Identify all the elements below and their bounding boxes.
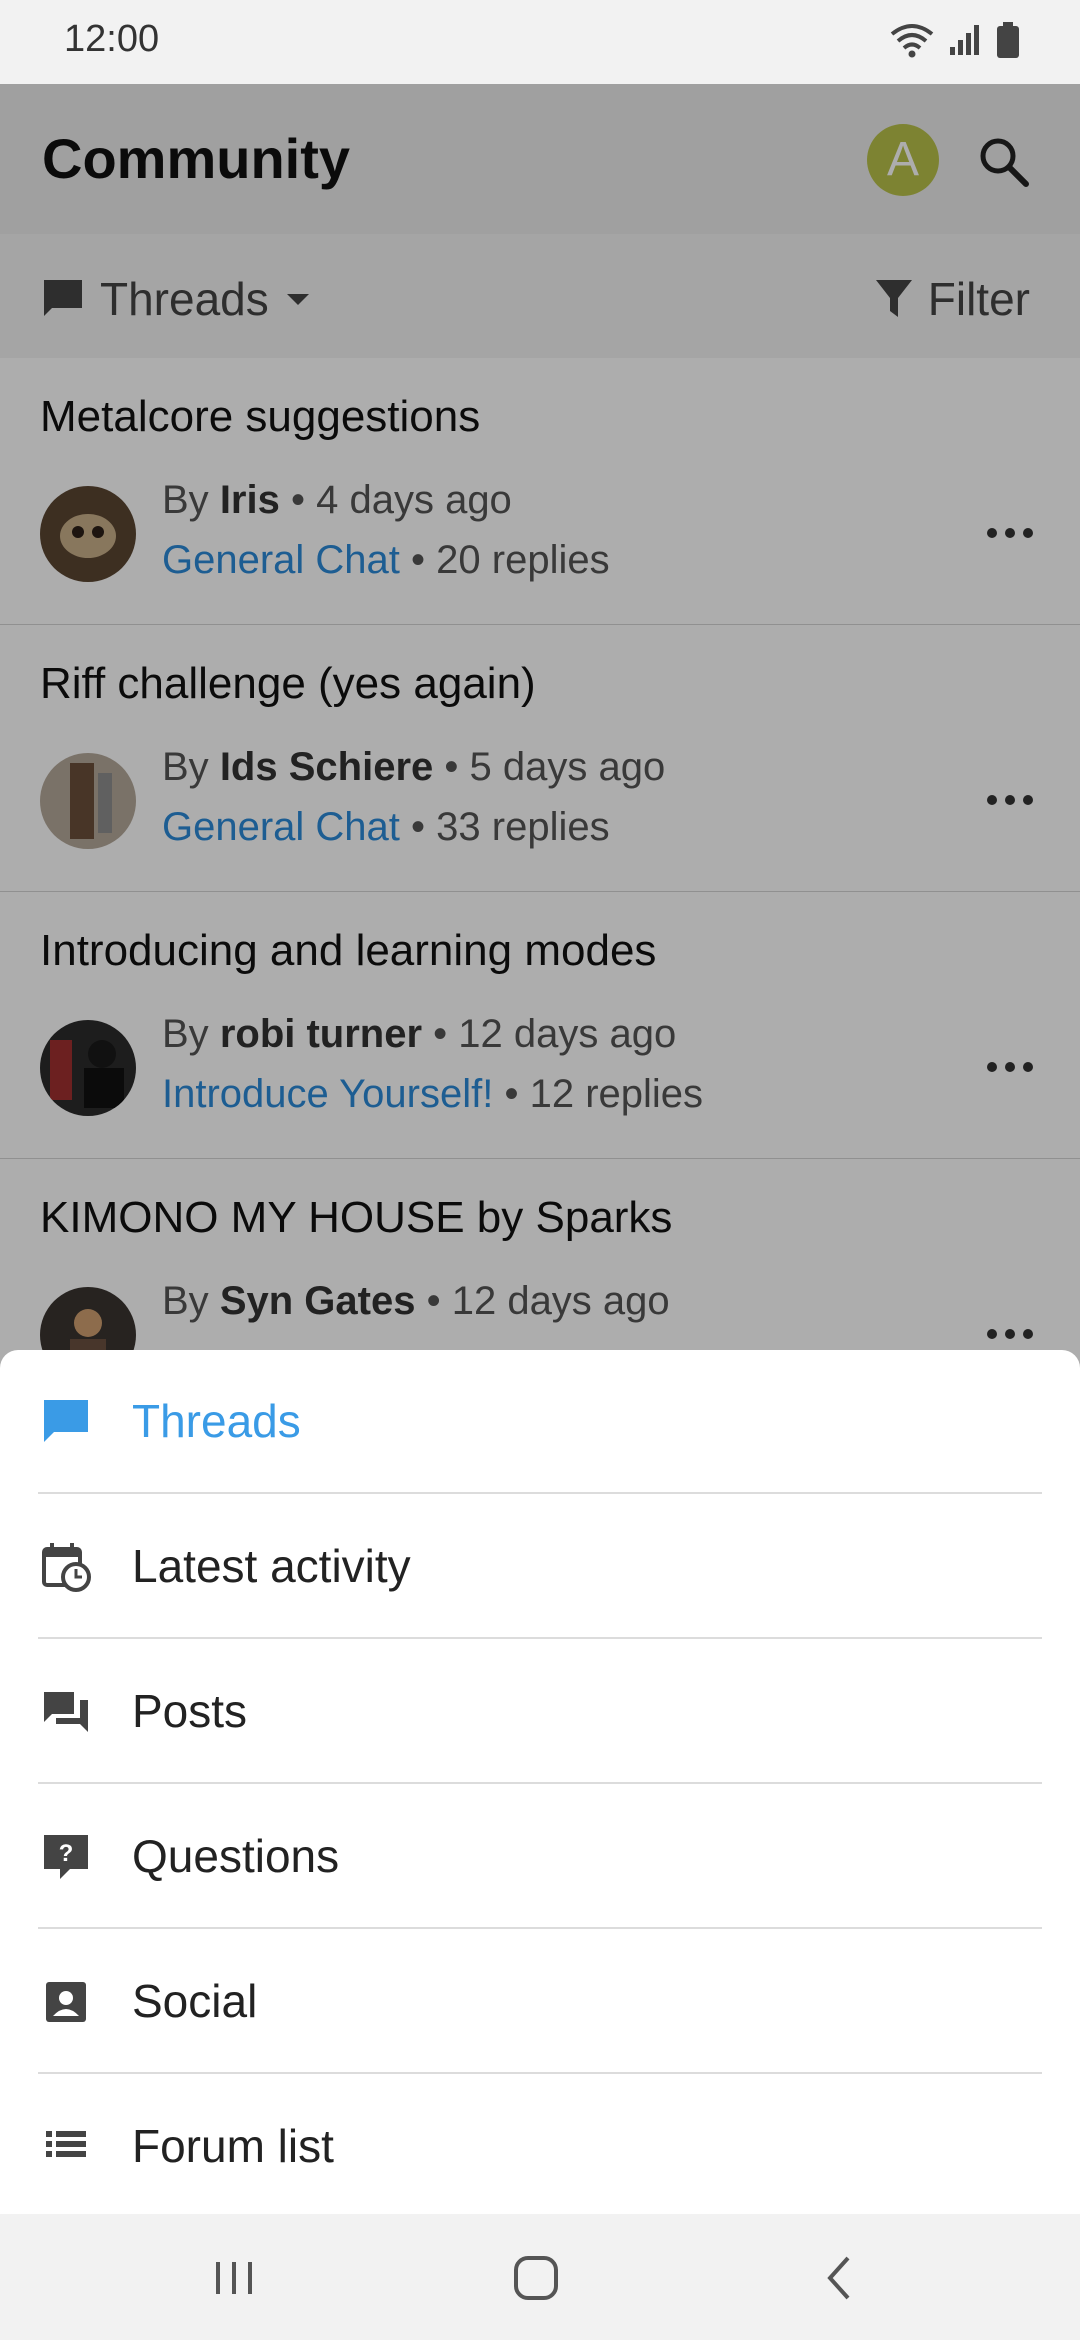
menu-item-label: Latest activity (132, 1540, 411, 1592)
divider (38, 2072, 1042, 2074)
status-bar: 12:00 (0, 0, 1080, 84)
calendar-clock-icon (42, 1543, 91, 1592)
status-icons (890, 22, 1020, 58)
question-bubble-icon: ? (44, 1835, 88, 1879)
menu-item-latest-activity[interactable]: Latest activity (0, 1495, 1080, 1639)
list-icon (46, 2131, 86, 2157)
signal-icon (950, 25, 979, 55)
divider (38, 1927, 1042, 1929)
battery-icon (997, 22, 1019, 58)
menu-item-posts[interactable]: Posts (0, 1640, 1080, 1784)
divider (38, 1782, 1042, 1784)
divider (38, 1492, 1042, 1494)
wifi-icon (890, 24, 934, 58)
menu-item-label: Questions (132, 1830, 340, 1882)
chat-bubble-icon (44, 1400, 88, 1442)
recent-apps-icon[interactable] (204, 2250, 264, 2306)
menu-item-label: Social (132, 1975, 258, 2027)
forum-icon (44, 1692, 88, 1732)
menu-item-social[interactable]: Social (0, 1930, 1080, 2074)
svg-text:?: ? (59, 1840, 74, 1867)
home-icon[interactable] (506, 2250, 566, 2306)
contact-card-icon (46, 1982, 86, 2022)
system-nav-bar (0, 2214, 1080, 2340)
back-icon[interactable] (810, 2250, 870, 2306)
menu-item-questions[interactable]: ? Questions (0, 1785, 1080, 1929)
menu-item-label: Posts (132, 1685, 248, 1737)
menu-item-label: Threads (132, 1395, 301, 1447)
menu-item-forum-list[interactable]: Forum list (0, 2075, 1080, 2219)
status-time: 12:00 (64, 18, 160, 60)
menu-item-label: Forum list (132, 2120, 334, 2172)
divider (38, 1637, 1042, 1639)
view-selector-sheet: Threads Latest activity Posts ? Question… (0, 1350, 1080, 2214)
menu-item-threads[interactable]: Threads (0, 1350, 1080, 1494)
